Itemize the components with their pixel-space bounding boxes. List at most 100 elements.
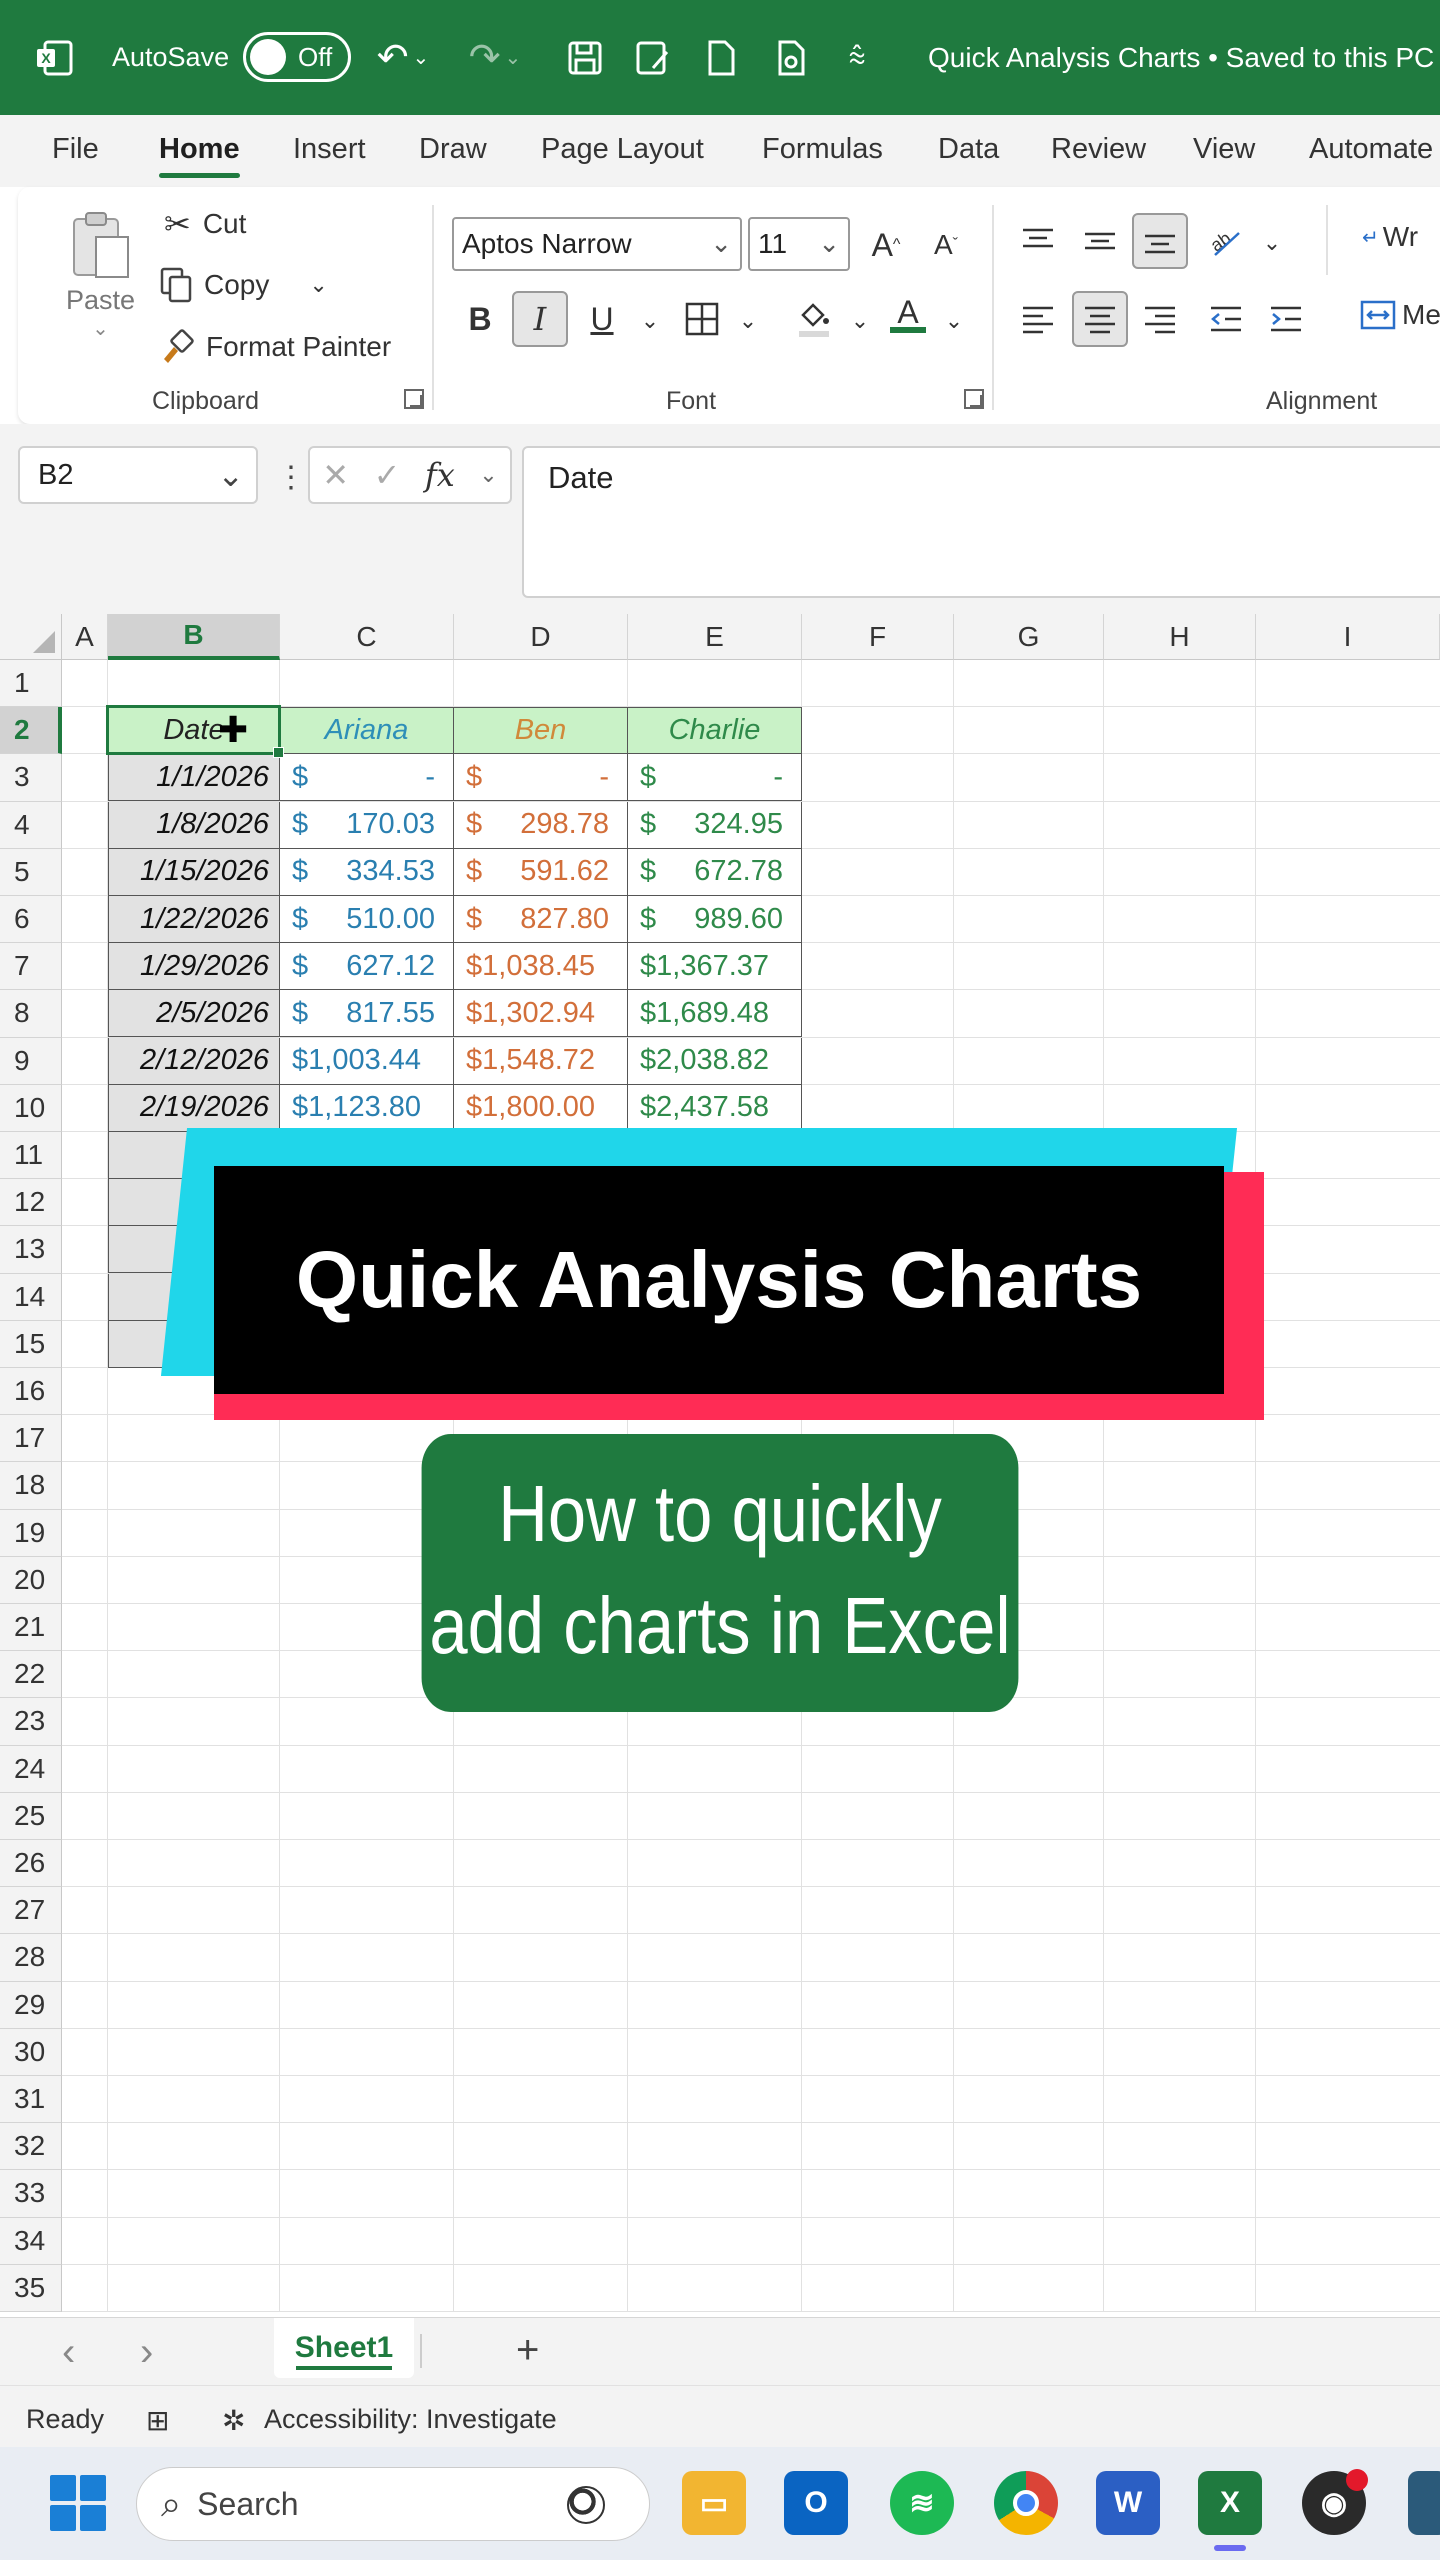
chevron-down-icon[interactable]: ⌄ [479,462,497,488]
date-cell[interactable]: 1/22/2026 [108,896,280,943]
header-cell-charlie[interactable]: Charlie [628,707,802,755]
row-header-35[interactable]: 35 [0,2264,62,2312]
tab-data[interactable]: Data [938,133,999,166]
spotify-icon[interactable]: ≋ [890,2471,954,2535]
font-launcher-icon[interactable] [964,389,984,409]
add-sheet-button[interactable]: + [516,2328,539,2373]
customize-toolbar-icon[interactable]: ⩯ [832,0,882,115]
header-cell-ariana[interactable]: Ariana [280,707,454,755]
bold-button[interactable]: B [452,291,508,347]
charlie-value-cell[interactable]: $2,437.58 [628,1084,802,1132]
ben-value-cell[interactable]: $1,548.72 [454,1037,628,1085]
column-header-c[interactable]: C [280,614,454,660]
ariana-value-cell[interactable]: $170.03 [280,801,454,849]
italic-button[interactable]: I [512,291,568,347]
decrease-font-size-button[interactable]: Aˇ [918,217,974,273]
accessibility-status[interactable]: Accessibility: Investigate [264,2404,557,2435]
tab-draw[interactable]: Draw [419,133,487,166]
align-right-button[interactable] [1132,291,1188,347]
row-header-5[interactable]: 5 [0,848,62,896]
column-header-f[interactable]: F [802,614,954,660]
ben-value-cell[interactable]: $1,038.45 [454,943,628,991]
header-cell-ben[interactable]: Ben [454,707,628,755]
row-header-3[interactable]: 3 [0,754,62,802]
sheet-tab-sheet1[interactable]: Sheet1 [274,2318,414,2378]
orientation-chevron-icon[interactable]: ⌄ [1244,215,1300,271]
autosave-toggle[interactable]: Off [243,32,351,82]
ariana-value-cell[interactable]: $1,123.80 [280,1084,454,1132]
tab-page-layout[interactable]: Page Layout [541,133,704,166]
date-cell[interactable]: 2/5/2026 [108,990,280,1038]
align-left-button[interactable] [1010,291,1066,347]
row-header-20[interactable]: 20 [0,1556,62,1604]
enter-icon[interactable]: ✓ [374,456,401,494]
insert-function-icon[interactable]: fx [425,456,455,494]
ben-value-cell[interactable]: $ - [454,754,628,802]
tab-formulas[interactable]: Formulas [762,133,883,166]
chevron-down-icon[interactable]: ⌄ [217,456,244,494]
taskbar-app-icon[interactable] [1408,2471,1440,2535]
row-header-17[interactable]: 17 [0,1415,62,1463]
align-bottom-button[interactable] [1132,213,1188,269]
wrap-text-button[interactable]: ↵ Wr [1362,221,1418,253]
accessibility-icon[interactable]: ✲ [222,2404,245,2437]
active-cell-selection[interactable] [106,705,284,759]
row-header-23[interactable]: 23 [0,1698,62,1746]
charlie-value-cell[interactable]: $1,367.37 [628,943,802,991]
tab-automate[interactable]: Automate [1309,133,1433,166]
row-header-31[interactable]: 31 [0,2076,62,2124]
ariana-value-cell[interactable]: $817.55 [280,990,454,1038]
align-center-button[interactable] [1072,291,1128,347]
column-header-a[interactable]: A [62,614,108,660]
ariana-value-cell[interactable]: $334.53 [280,848,454,896]
row-header-1[interactable]: 1 [0,660,62,708]
outlook-icon[interactable]: O [784,2471,848,2535]
paste-button[interactable]: Paste ⌄ [66,209,135,341]
ben-value-cell[interactable]: $298.78 [454,801,628,849]
row-header-32[interactable]: 32 [0,2123,62,2171]
row-header-10[interactable]: 10 [0,1084,62,1132]
row-header-25[interactable]: 25 [0,1792,62,1840]
row-header-19[interactable]: 19 [0,1509,62,1557]
column-header-i[interactable]: I [1256,614,1440,660]
tab-home[interactable]: Home [159,133,240,178]
ben-value-cell[interactable]: $827.80 [454,896,628,943]
date-cell[interactable]: 1/1/2026 [108,754,280,802]
row-header-21[interactable]: 21 [0,1604,62,1652]
row-header-9[interactable]: 9 [0,1037,62,1085]
row-header-22[interactable]: 22 [0,1651,62,1699]
charlie-value-cell[interactable]: $989.60 [628,896,802,943]
underline-chevron-icon[interactable]: ⌄ [622,293,678,349]
increase-font-size-button[interactable]: A ^ [858,217,914,273]
excel-taskbar-icon[interactable]: X [1198,2471,1262,2551]
date-cell[interactable]: 1/8/2026 [108,801,280,849]
cancel-icon[interactable]: ✕ [322,456,349,494]
macro-recording-icon[interactable]: ⊞ [146,2404,169,2437]
merge-center-button[interactable]: Me [1360,299,1440,331]
font-name-combo[interactable]: Aptos Narrow ⌄ [452,217,742,271]
tab-insert[interactable]: Insert [293,133,366,166]
ariana-value-cell[interactable]: $ - [280,754,454,802]
row-header-6[interactable]: 6 [0,896,62,944]
select-all-corner[interactable] [0,614,62,660]
ben-value-cell[interactable]: $591.62 [454,848,628,896]
date-cell[interactable]: 2/12/2026 [108,1037,280,1085]
column-header-g[interactable]: G [954,614,1104,660]
ariana-value-cell[interactable]: $510.00 [280,896,454,943]
ariana-value-cell[interactable]: $627.12 [280,943,454,991]
row-header-12[interactable]: 12 [0,1179,62,1227]
row-header-33[interactable]: 33 [0,2170,62,2218]
row-header-26[interactable]: 26 [0,1840,62,1888]
word-icon[interactable]: W [1096,2471,1160,2535]
column-header-h[interactable]: H [1104,614,1256,660]
paste-chevron-icon[interactable]: ⌄ [92,316,109,341]
tab-view[interactable]: View [1193,133,1255,166]
row-header-14[interactable]: 14 [0,1273,62,1321]
font-color-chevron-icon[interactable]: ⌄ [926,293,982,349]
charlie-value-cell[interactable]: $672.78 [628,848,802,896]
undo-icon[interactable]: ↶ ⌄ [377,0,430,115]
row-header-11[interactable]: 11 [0,1132,62,1180]
column-header-e[interactable]: E [628,614,802,660]
more-options-icon[interactable]: ⋮ [276,460,306,495]
copy-button[interactable]: Copy ⌄ [158,267,328,303]
